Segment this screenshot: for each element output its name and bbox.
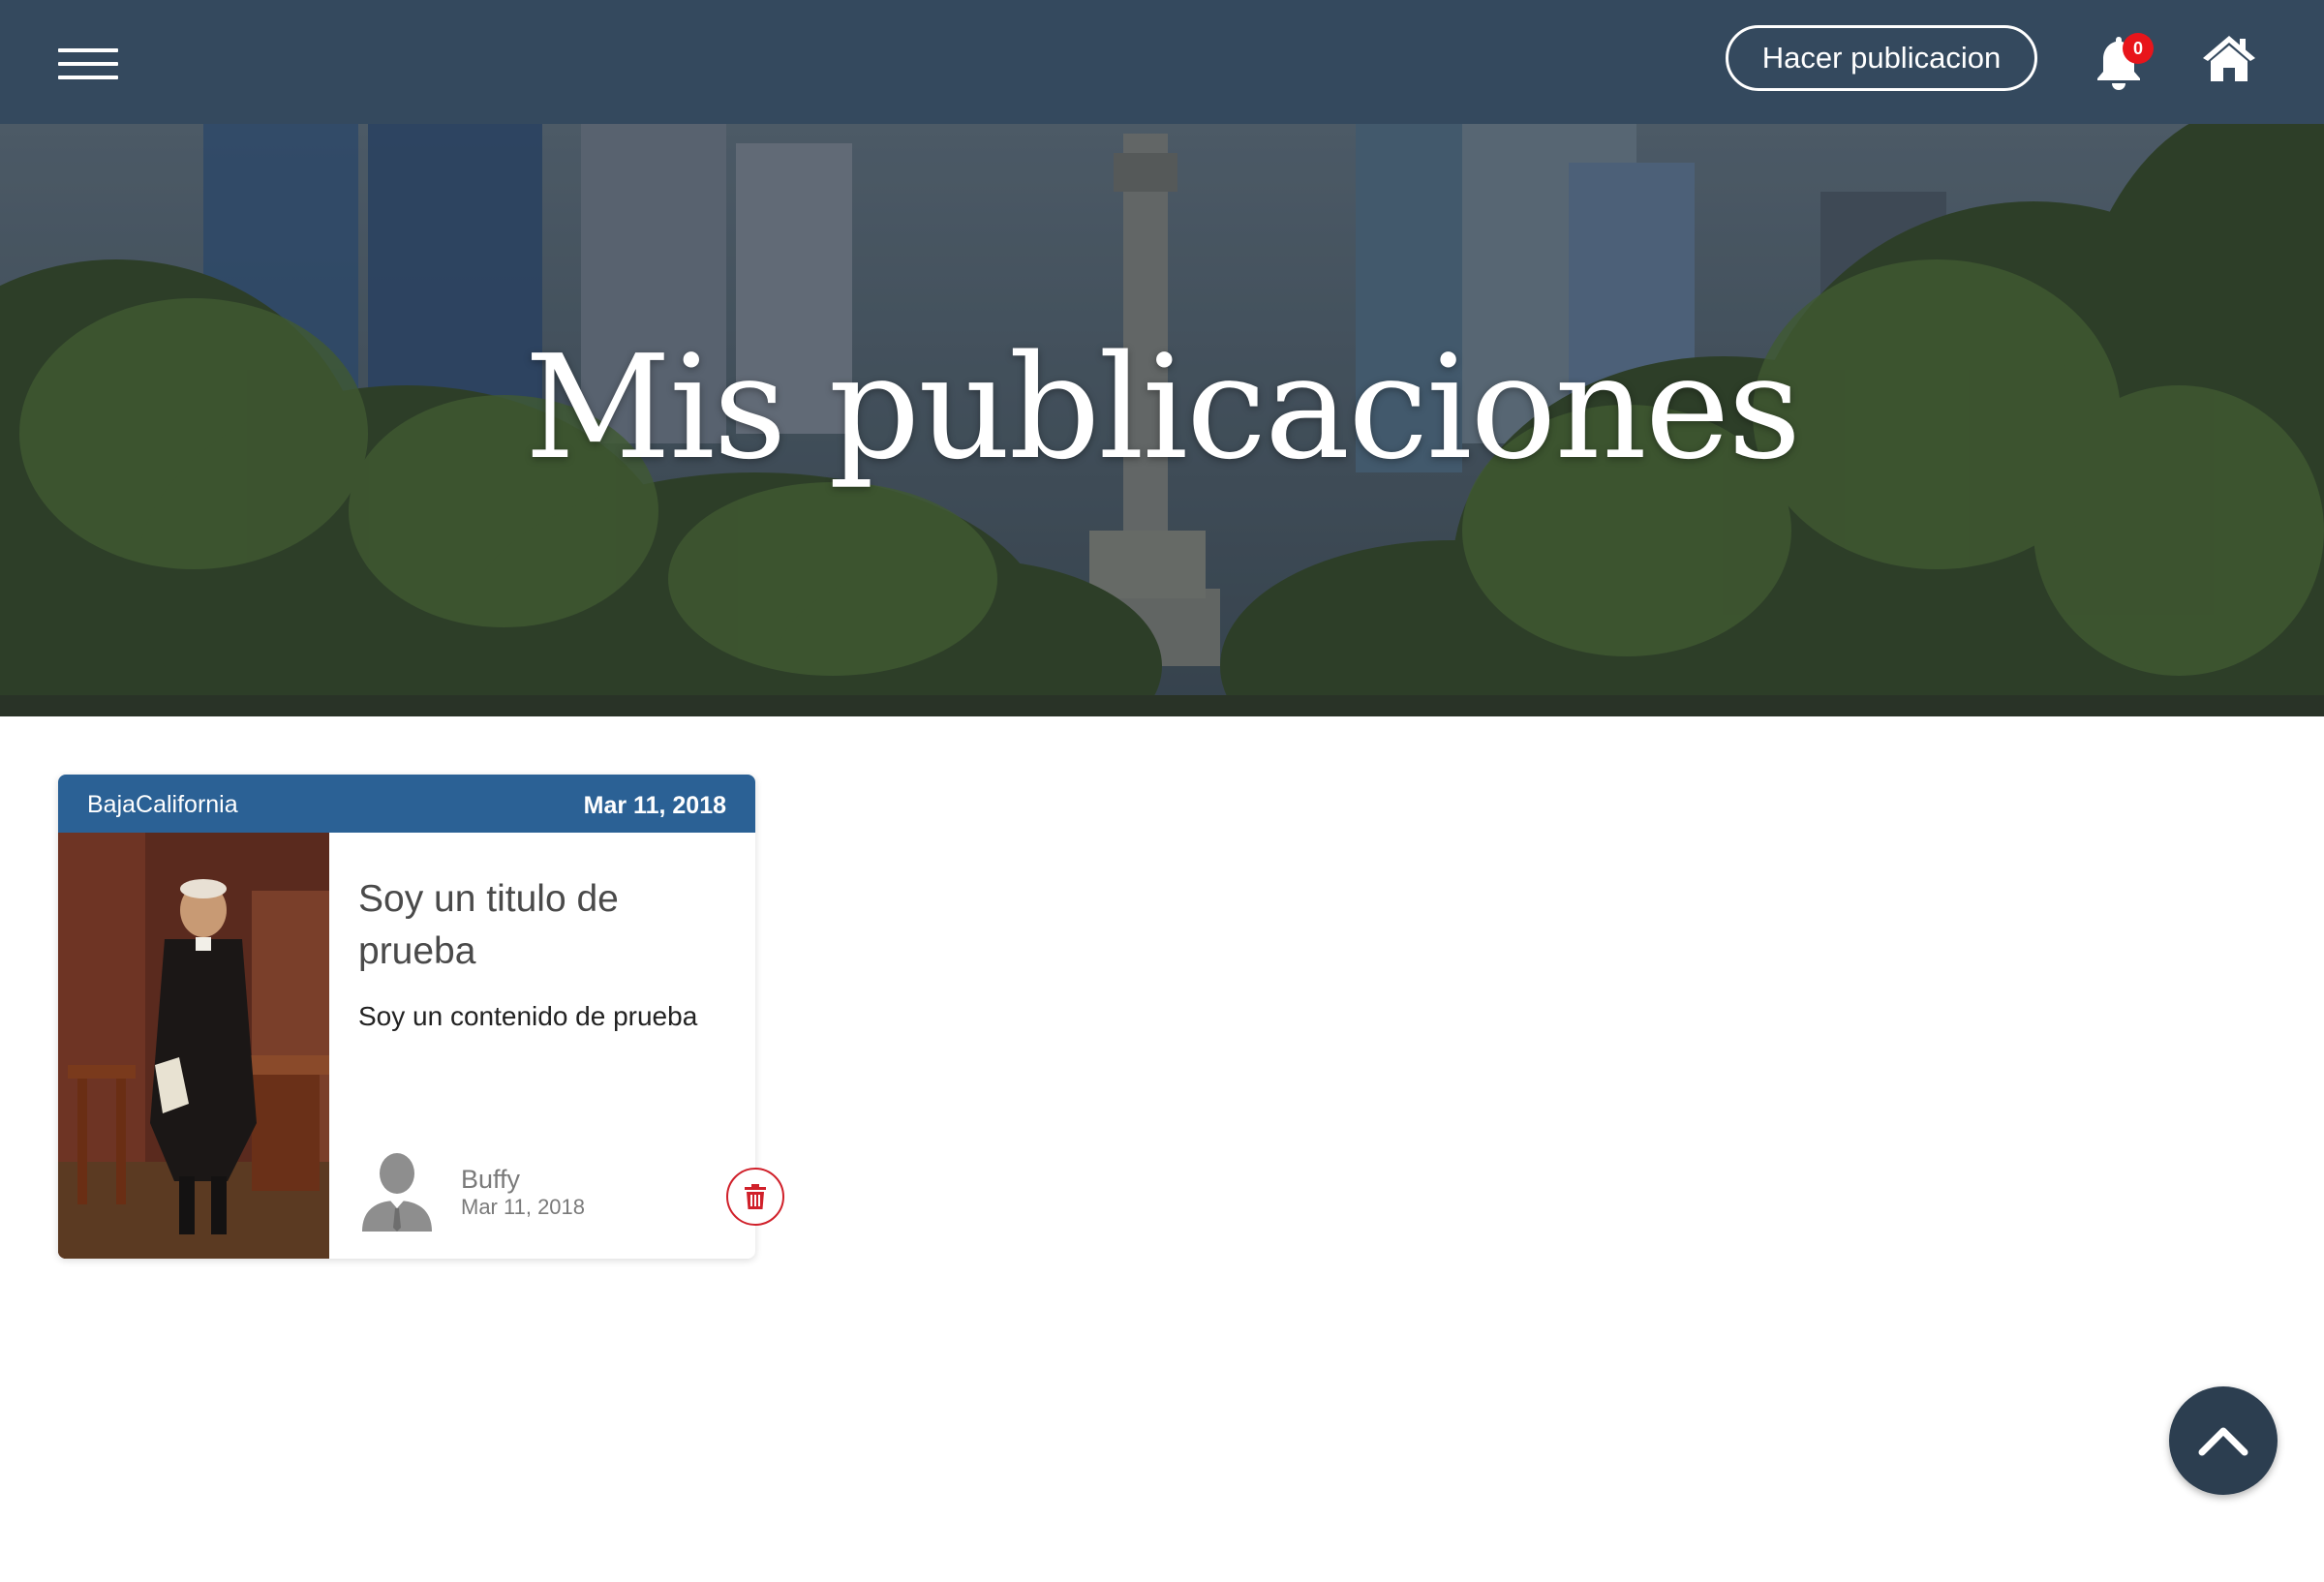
post-image (58, 833, 329, 1259)
delete-post-button[interactable] (726, 1168, 784, 1226)
author-name: Buffy (461, 1165, 521, 1194)
post-date: Mar 11, 2018 (583, 792, 726, 819)
post-card[interactable]: BajaCalifornia Mar 11, 2018 Soy un titul… (58, 775, 755, 1259)
post-title[interactable]: Soy un titulo de prueba (358, 873, 736, 978)
hero-banner: Mis publicaciones (0, 124, 2324, 716)
page-title: Mis publicaciones (524, 324, 1802, 491)
post-card-header: BajaCalifornia Mar 11, 2018 (58, 775, 755, 833)
trash-icon (745, 1184, 766, 1209)
notification-badge: 0 (2123, 33, 2154, 64)
hamburger-menu-icon[interactable] (58, 48, 118, 81)
top-navbar: Hacer publicacion 0 (0, 0, 2324, 124)
post-card-body: Soy un titulo de prueba Soy un contenido… (358, 833, 736, 1259)
make-post-button[interactable]: Hacer publicacion (1726, 25, 2037, 91)
post-content: Soy un contenido de prueba (358, 1001, 698, 1031)
chevron-up-icon (2198, 1427, 2248, 1456)
home-icon[interactable] (2200, 33, 2258, 83)
scroll-to-top-button[interactable] (2169, 1386, 2278, 1495)
author-post-date: Mar 11, 2018 (461, 1195, 586, 1219)
post-region: BajaCalifornia (87, 791, 238, 818)
author-avatar (358, 1150, 436, 1233)
